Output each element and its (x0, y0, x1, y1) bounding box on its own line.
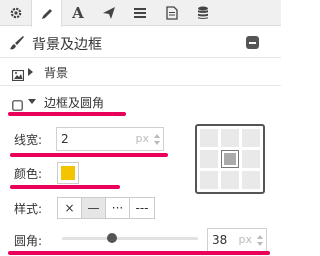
radius-unit: px (238, 233, 253, 246)
style-label: 样式: (14, 202, 43, 216)
panel-title: 背景及边框 (32, 37, 102, 53)
spin-up-icon[interactable] (154, 134, 160, 138)
color-label: 颜色: (14, 167, 43, 181)
side-left[interactable] (200, 150, 218, 168)
highlight-mark-color (10, 185, 120, 189)
paper-plane-icon (102, 6, 116, 20)
radius-slider-track[interactable] (62, 237, 198, 240)
color-swatch-fill (61, 166, 75, 180)
database-icon (197, 6, 209, 20)
highlight-mark-width (10, 153, 168, 157)
side-top-left[interactable] (200, 129, 218, 147)
border-side-selector (200, 129, 260, 189)
radius-input[interactable]: 38 px (207, 228, 267, 252)
width-label: 线宽: (14, 133, 43, 147)
side-bottom-right[interactable] (242, 171, 260, 189)
section-background[interactable]: 背景 (0, 58, 281, 86)
menu-icon (133, 7, 147, 19)
toolbar: A (0, 0, 281, 27)
side-all[interactable] (221, 150, 239, 168)
menu-tab[interactable] (125, 0, 156, 26)
width-unit: px (135, 132, 150, 145)
highlight-mark-border-section (8, 112, 126, 116)
style-solid-button[interactable]: — (82, 198, 106, 218)
document-tab[interactable] (156, 0, 187, 26)
radius-label: 圆角: (14, 234, 43, 248)
side-top[interactable] (221, 129, 239, 147)
style-dashed-button[interactable]: --- (130, 198, 154, 218)
section-border[interactable]: 边框及圆角 (0, 88, 281, 114)
side-bottom-left[interactable] (200, 171, 218, 189)
settings-tab[interactable] (0, 0, 31, 26)
highlight-mark-radius (8, 251, 270, 255)
document-icon (165, 6, 178, 20)
style-tab[interactable] (31, 0, 63, 27)
side-bottom[interactable] (221, 171, 239, 189)
width-value: 2 (61, 132, 69, 146)
side-right[interactable] (242, 150, 260, 168)
send-tab[interactable] (94, 0, 125, 26)
side-top-right[interactable] (242, 129, 260, 147)
section-background-label: 背景 (44, 66, 69, 80)
style-dotted-button[interactable]: ··· (106, 198, 130, 218)
collapse-icon[interactable] (246, 36, 259, 49)
caret-down-icon (28, 99, 36, 104)
style-none-button[interactable]: × (58, 198, 82, 218)
section-border-label: 边框及圆角 (44, 96, 105, 110)
radius-value: 38 (212, 233, 228, 247)
radius-spin-up-icon[interactable] (257, 235, 263, 239)
width-input[interactable]: 2 px (56, 127, 164, 151)
radius-slider-thumb[interactable] (107, 233, 118, 243)
border-style-group: × — ··· --- (57, 197, 155, 219)
text-tab[interactable]: A (62, 0, 93, 26)
image-icon (11, 66, 25, 85)
text-icon: A (72, 4, 84, 22)
spin-down-icon[interactable] (154, 141, 160, 145)
gear-icon (9, 6, 23, 20)
panel-header: 背景及边框 (0, 27, 281, 58)
brush-icon (9, 35, 25, 55)
radius-spin-down-icon[interactable] (257, 242, 263, 246)
caret-right-icon (28, 68, 33, 76)
pencil-icon (40, 7, 54, 21)
color-swatch[interactable] (57, 162, 79, 184)
database-tab[interactable] (187, 0, 218, 26)
